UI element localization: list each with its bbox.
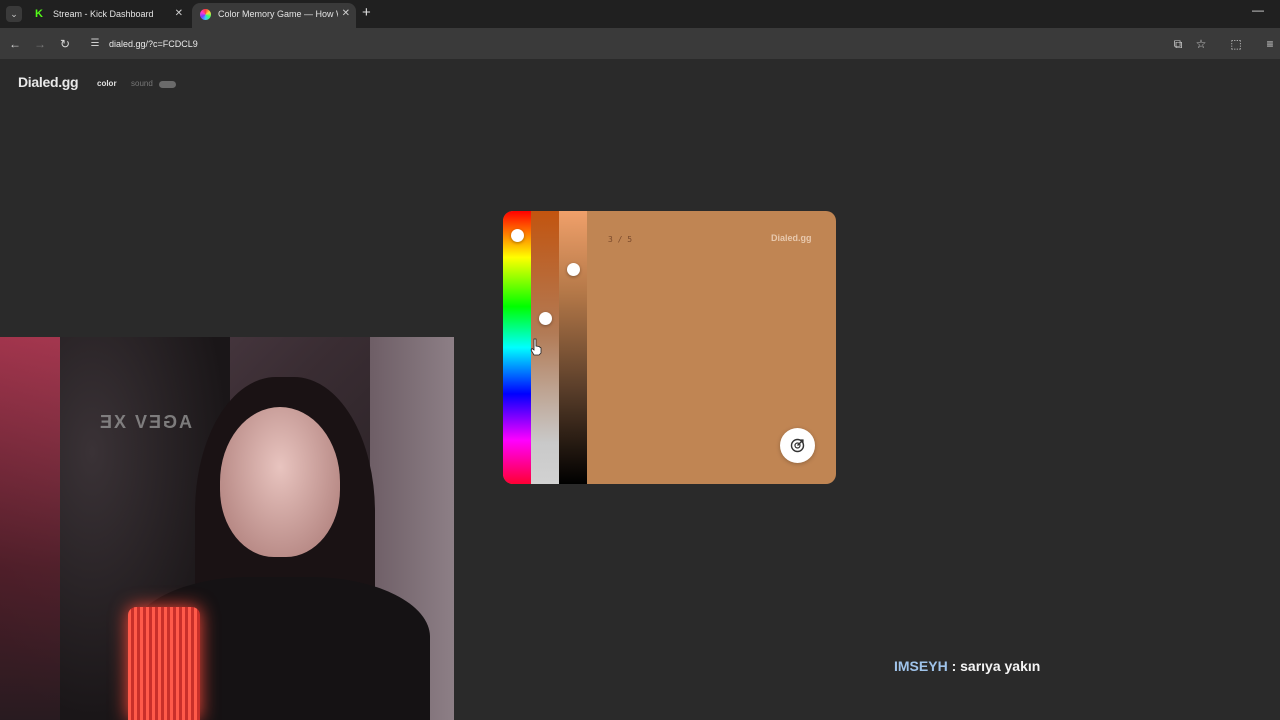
tab-kick-dashboard[interactable]: K Stream - Kick Dashboard ✕ [27, 3, 189, 28]
webcam-feed: AGEV XE [0, 337, 454, 720]
bookmark-star-icon[interactable]: ☆ [1193, 36, 1209, 52]
close-icon[interactable]: ✕ [342, 3, 350, 25]
rgb-lamp [128, 607, 200, 720]
tab-title: Color Memory Game — How W [218, 9, 338, 19]
chat-username: IMSEYH [894, 658, 948, 674]
tab-title: Stream - Kick Dashboard [53, 9, 154, 19]
reading-list-icon[interactable]: ≡ [1262, 36, 1278, 52]
round-counter: 3 / 5 [608, 235, 633, 244]
chat-message: IMSEYH : sarıya yakın [894, 658, 1040, 674]
nav-color[interactable]: color [97, 79, 117, 88]
close-icon[interactable]: ✕ [175, 3, 183, 25]
extensions-icon[interactable]: ⬚ [1228, 36, 1244, 52]
new-tab-button[interactable]: + [362, 5, 371, 21]
color-picker-card: 3 / 5 Dialed.gg [503, 211, 836, 484]
target-icon [790, 438, 805, 453]
address-bar[interactable]: dialed.gg/?c=FCDCL9 [109, 36, 198, 52]
site-logo[interactable]: Dialed.gg [18, 74, 79, 90]
chat-separator: : [947, 658, 961, 674]
tab-search-button[interactable]: ⌄ [6, 6, 22, 22]
chat-text: sarıya yakın [960, 658, 1041, 674]
chair-logo-text: AGEV XE [98, 412, 193, 432]
ambient-light [0, 337, 60, 720]
minimize-button[interactable]: — [1252, 3, 1264, 17]
back-icon[interactable]: ← [7, 36, 23, 52]
tab-strip: ⌄ K Stream - Kick Dashboard ✕ Color Memo… [0, 0, 1280, 28]
brightness-slider[interactable] [559, 211, 587, 484]
hand-cursor-icon [530, 338, 542, 356]
card-brand: Dialed.gg [771, 233, 812, 243]
color-wheel-icon [200, 9, 211, 20]
sound-toggle[interactable] [159, 81, 176, 88]
brightness-slider-handle[interactable] [567, 263, 580, 276]
hue-slider[interactable] [503, 211, 531, 484]
kick-logo-icon: K [35, 8, 43, 20]
streamer-face [220, 407, 340, 557]
install-app-icon[interactable]: ⧉ [1170, 36, 1186, 52]
reload-icon[interactable]: ↻ [57, 36, 73, 52]
submit-button[interactable] [780, 428, 815, 463]
tab-color-memory-game[interactable]: Color Memory Game — How W ✕ [192, 3, 356, 28]
nav-sound[interactable]: sound [131, 79, 153, 88]
forward-icon[interactable]: → [32, 36, 48, 52]
site-info-icon[interactable]: ☰ [88, 37, 102, 51]
browser-toolbar: ← → ↻ ☰ dialed.gg/?c=FCDCL9 ⧉ ☆ ⬚ ≡ [0, 28, 1280, 60]
